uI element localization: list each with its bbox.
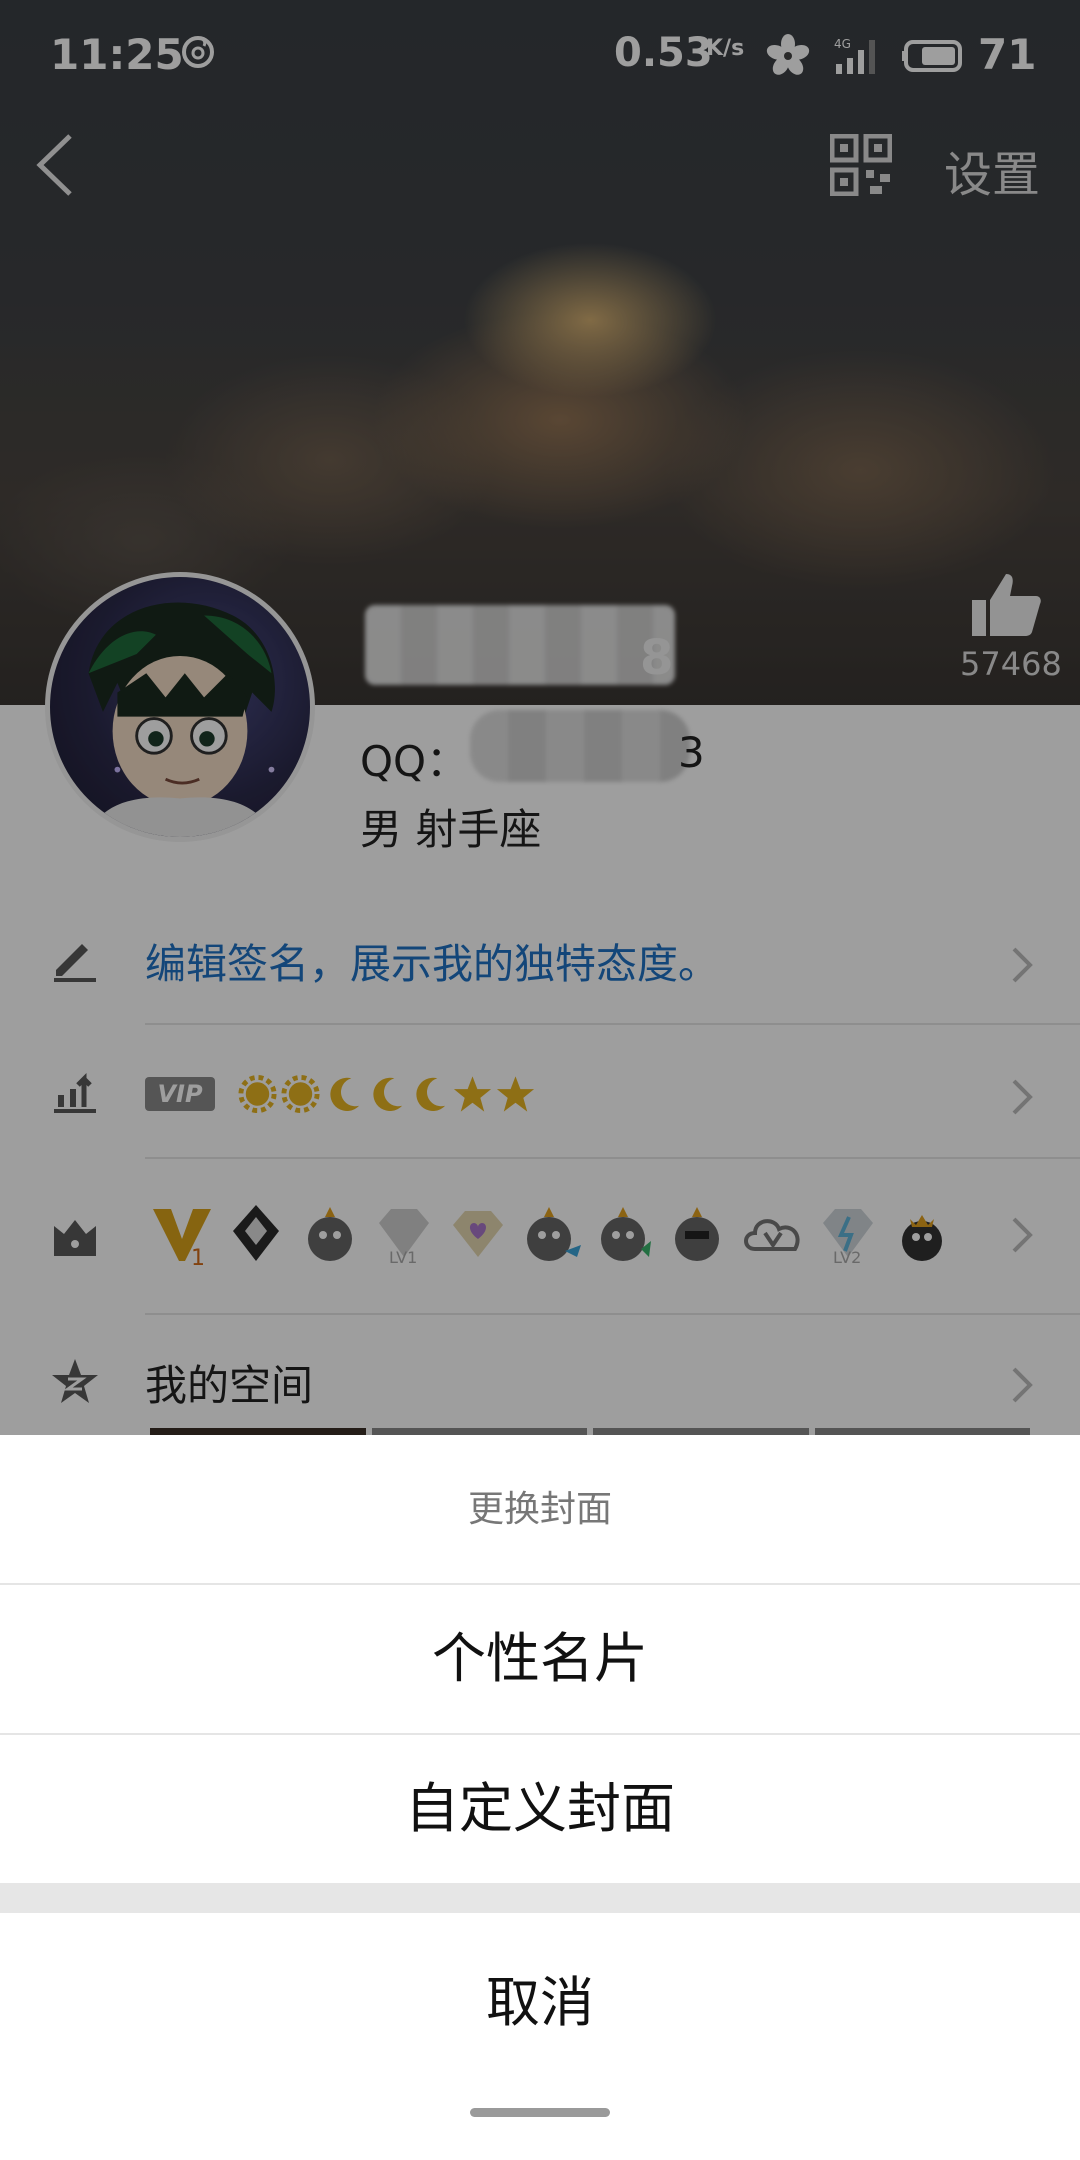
profile-card-option[interactable]: 个性名片 — [0, 1585, 1080, 1733]
custom-cover-option[interactable]: 自定义封面 — [0, 1735, 1080, 1883]
sheet-separator — [0, 1883, 1080, 1913]
cancel-button[interactable]: 取消 — [0, 1915, 1080, 2090]
action-sheet: 更换封面 个性名片 自定义封面 取消 — [0, 1435, 1080, 2160]
modal-overlay[interactable] — [0, 0, 1080, 1435]
home-indicator[interactable] — [470, 2108, 610, 2117]
screen: 编辑签名，展示我的独特态度。 VIP 1 LV1 LV2 我的空间 设置 574… — [0, 0, 1080, 2160]
action-sheet-title: 更换封面 — [467, 1489, 612, 1530]
